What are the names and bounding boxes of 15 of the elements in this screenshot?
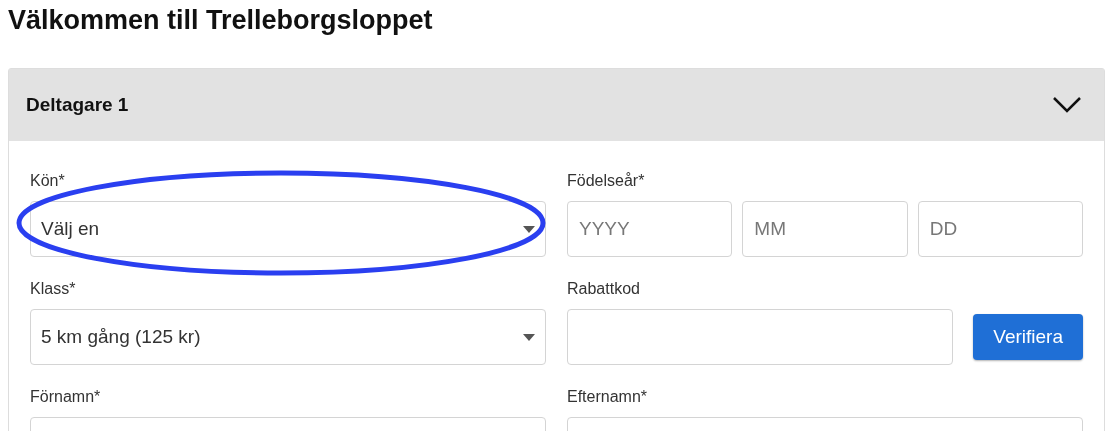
- panel-title: Deltagare 1: [26, 94, 129, 116]
- field-label: Klass*: [30, 280, 77, 298]
- input-field[interactable]: DD: [917, 201, 1083, 257]
- input-field[interactable]: MM: [742, 201, 908, 257]
- field-label: Efternamn*: [567, 388, 649, 406]
- input-field[interactable]: YYYY: [567, 201, 733, 257]
- verify-button[interactable]: Verifiera: [973, 314, 1083, 360]
- select-field[interactable]: 5 km gång (125 kr): [30, 309, 546, 365]
- field-label: Rabattkod: [567, 280, 641, 298]
- panel-header[interactable]: Deltagare 1: [9, 69, 1104, 141]
- field-label: Förnamn*: [30, 388, 102, 406]
- field-label: Födelseår*: [567, 172, 646, 190]
- select-field[interactable]: Välj en: [30, 201, 546, 257]
- page-title: Välkommen till Trelleborgsloppet: [8, 4, 434, 37]
- field-label: Kön*: [30, 172, 66, 190]
